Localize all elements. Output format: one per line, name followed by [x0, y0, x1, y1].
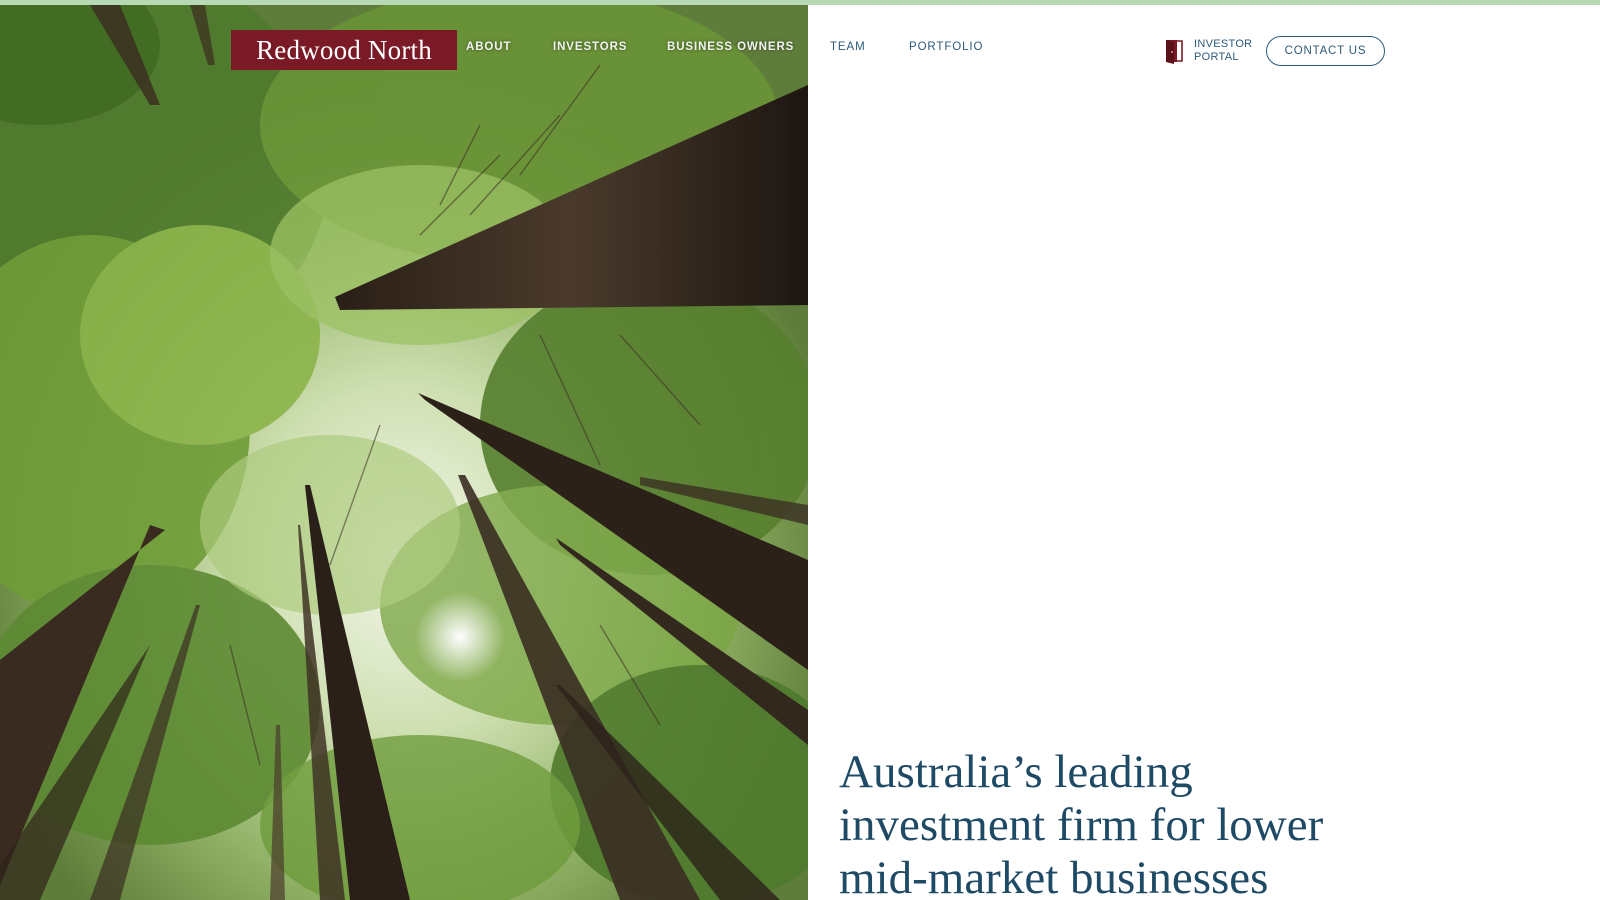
nav-about[interactable]: ABOUT	[466, 41, 511, 53]
door-icon	[1166, 40, 1183, 64]
headline-line-2: investment firm for lower	[839, 799, 1324, 851]
nav-portfolio[interactable]: PORTFOLIO	[909, 41, 983, 53]
investor-portal-label: INVESTOR PORTAL	[1194, 38, 1252, 64]
headline-line-3: mid-market businesses	[839, 852, 1269, 900]
logo[interactable]: Redwood North	[231, 30, 457, 70]
nav-investors[interactable]: INVESTORS	[553, 41, 627, 53]
contact-us-button[interactable]: CONTACT US	[1266, 36, 1385, 66]
nav-team[interactable]: TEAM	[830, 41, 866, 53]
top-accent-strip	[0, 0, 1600, 5]
headline-line-1: Australia’s leading	[839, 746, 1193, 798]
investor-portal-link[interactable]: INVESTOR PORTAL	[1165, 36, 1252, 66]
hero-headline: Australia’s leading investment firm for …	[839, 746, 1459, 900]
page: Redwood North ABOUT INVESTORS BUSINESS O…	[0, 0, 1600, 900]
hero-image	[0, 5, 808, 900]
portal-line-1: INVESTOR	[1194, 38, 1253, 50]
portal-line-2: PORTAL	[1194, 51, 1239, 63]
nav-business-owners[interactable]: BUSINESS OWNERS	[667, 41, 794, 53]
